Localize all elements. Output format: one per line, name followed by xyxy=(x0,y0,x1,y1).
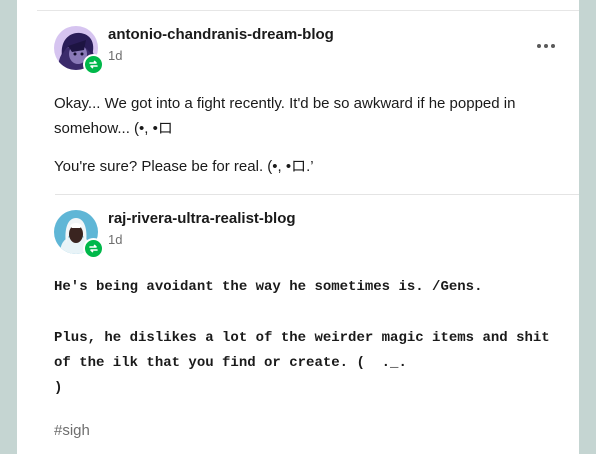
post-paragraph: Plus, he dislikes a lot of the weirder m… xyxy=(54,330,550,396)
dashboard-page: antonio-chandranis-dream-blog 1d Okay...… xyxy=(0,0,596,454)
avatar-wrap[interactable] xyxy=(54,26,104,75)
post-paragraph: You're sure? Please be for real. (•, •ロ.… xyxy=(54,158,314,175)
post-card: antonio-chandranis-dream-blog 1d Okay...… xyxy=(17,0,579,454)
post-header: antonio-chandranis-dream-blog 1d xyxy=(54,26,334,75)
reblog-follow-icon[interactable] xyxy=(83,238,104,259)
blog-name-link[interactable]: antonio-chandranis-dream-blog xyxy=(108,26,334,44)
post-meta: raj-rivera-ultra-realist-blog 1d xyxy=(108,210,296,248)
divider xyxy=(37,10,579,11)
post-paragraph: Okay... We got into a fight recently. It… xyxy=(54,95,516,137)
more-options-icon[interactable] xyxy=(537,44,555,48)
post-meta: antonio-chandranis-dream-blog 1d xyxy=(108,26,334,64)
post-header: raj-rivera-ultra-realist-blog 1d xyxy=(54,210,296,259)
post-paragraph: He's being avoidant the way he sometimes… xyxy=(54,279,483,295)
reblog-follow-icon[interactable] xyxy=(83,54,104,75)
post-timestamp[interactable]: 1d xyxy=(108,48,334,64)
avatar-wrap[interactable] xyxy=(54,210,104,259)
left-background-rail xyxy=(0,0,17,454)
blog-name-link[interactable]: raj-rivera-ultra-realist-blog xyxy=(108,210,296,228)
right-background-rail xyxy=(579,0,596,454)
post-timestamp[interactable]: 1d xyxy=(108,232,296,248)
reblog-divider xyxy=(55,194,579,195)
tag-link[interactable]: #sigh xyxy=(54,422,90,439)
